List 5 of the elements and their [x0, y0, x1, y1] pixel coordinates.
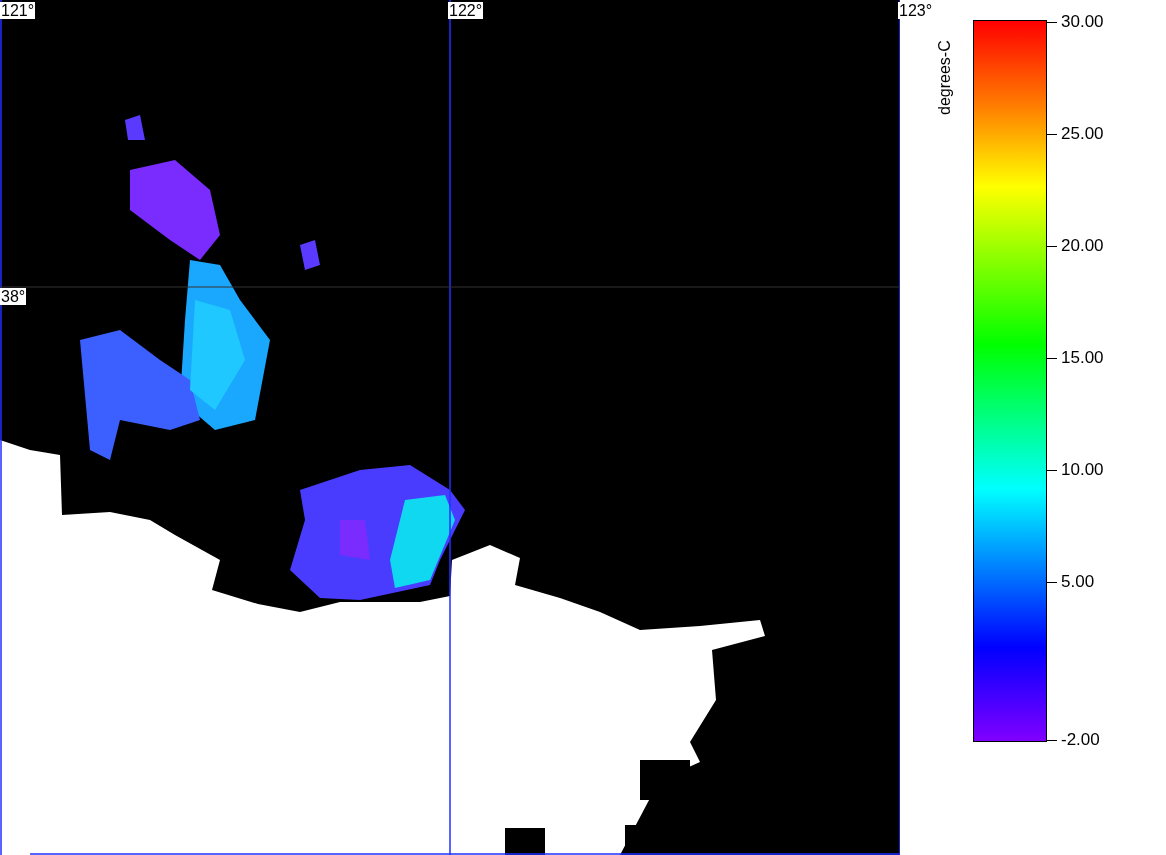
longitude-label: 122° [448, 2, 484, 19]
unit-label: degrees-C [936, 39, 954, 115]
longitude-label: 123° [898, 2, 934, 19]
longitude-label: 121° [0, 2, 36, 19]
latitude-label: 38° [0, 288, 27, 305]
